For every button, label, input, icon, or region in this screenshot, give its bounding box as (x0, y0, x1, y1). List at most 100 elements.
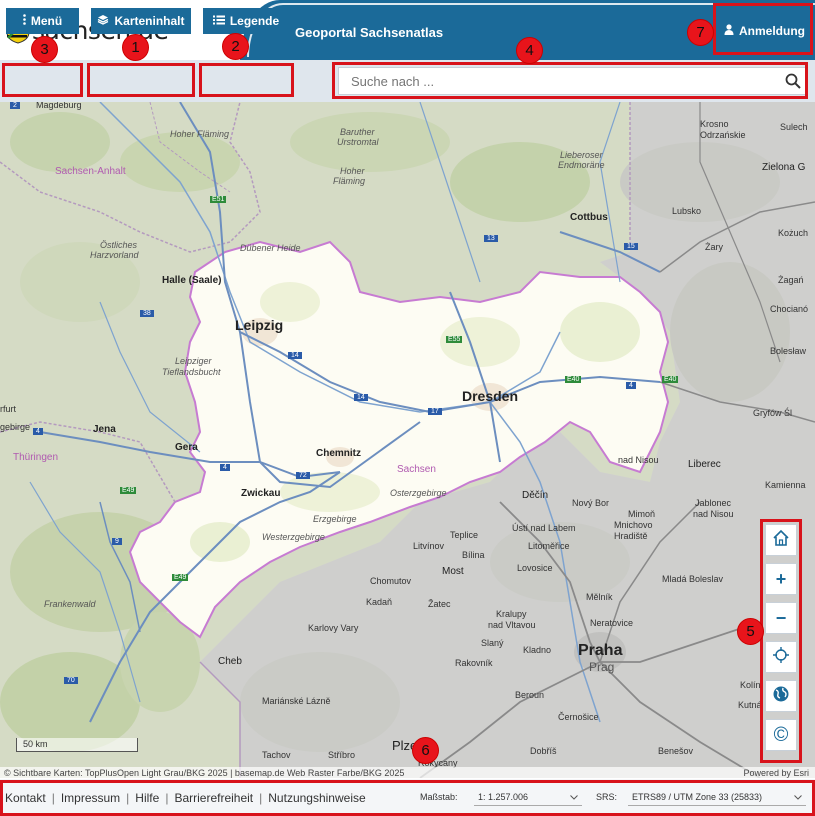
zoom-in-button[interactable]: + (765, 563, 797, 595)
home-icon (772, 529, 790, 552)
road-e51: E51 (210, 196, 227, 203)
label-beroun: Beroun (515, 690, 545, 700)
map-view[interactable]: Magdeburg Hoher Fläming Baruther Urstrom… (0, 102, 815, 778)
copyright-button[interactable]: © (765, 719, 797, 751)
label-erzgebirge: Erzgebirge (313, 514, 357, 524)
label-sachsen-anhalt: Sachsen-Anhalt (55, 166, 126, 177)
label-chomutov: Chomutov (370, 576, 412, 586)
footer-link-barrierefreiheit[interactable]: Barrierefreiheit (174, 791, 253, 805)
label-prag: Prag (589, 660, 615, 674)
footer-separator: | (126, 790, 130, 805)
label-gera: Gera (175, 442, 198, 453)
road-e49-b: E49 (172, 574, 189, 581)
label-marianske: Mariánské Lázně (262, 696, 331, 706)
plus-icon: + (775, 568, 787, 589)
menu-button[interactable]: Menü (6, 8, 79, 34)
label-thueringen: Thüringen (13, 452, 59, 463)
footer-link-impressum[interactable]: Impressum (61, 791, 120, 805)
footer-link-hilfe[interactable]: Hilfe (135, 791, 159, 805)
user-icon (724, 24, 734, 38)
label-most: Most (442, 566, 464, 577)
powered-by-esri[interactable]: Powered by Esri (743, 767, 809, 779)
label-kolin: Kolín (740, 680, 761, 690)
label-hoher-2: Hoher (340, 166, 365, 176)
map-content-label: Karteninhalt (114, 14, 185, 28)
search-input[interactable] (339, 73, 779, 89)
locate-icon (772, 646, 790, 669)
label-mimon: Mimoň (628, 509, 656, 519)
label-cottbus: Cottbus (570, 212, 608, 223)
label-zatec: Žatec (428, 599, 451, 609)
srs-value: ETRS89 / UTM Zone 33 (25833) (632, 791, 763, 802)
label-dresden: Dresden (462, 388, 519, 404)
chevron-down-icon (570, 792, 578, 802)
label-neratovice: Neratovice (590, 618, 634, 628)
label-ostliches: Östliches (100, 240, 138, 250)
label-jablonec: Jablonec (695, 498, 732, 508)
minus-icon: − (775, 607, 787, 628)
label-zary: Żary (705, 242, 723, 252)
label-gryfow: Gryfów Śl (753, 408, 793, 418)
label-endmorane: Endmoräne (558, 160, 605, 170)
label-rakovnik: Rakovník (455, 658, 493, 668)
annotation-marker-1: 1 (122, 34, 149, 61)
chevron-down-icon (794, 792, 802, 802)
label-liberec: Liberec (688, 459, 721, 470)
login-button[interactable]: Anmeldung (718, 8, 811, 54)
label-stribro: Stříbro (328, 750, 356, 760)
footer-link-kontakt[interactable]: Kontakt (5, 791, 46, 805)
label-litomerice: Litoměřice (528, 541, 570, 551)
basemap-button[interactable] (765, 680, 797, 712)
locate-button[interactable] (765, 641, 797, 673)
road-e40-a: E40 (565, 376, 582, 383)
scale-label: Maßstab: (420, 792, 458, 802)
label-kralupy: Kralupy (496, 609, 527, 619)
label-lieberoser: Lieberoser (560, 150, 603, 160)
globe-icon (772, 685, 790, 708)
label-bilina: Bílina (462, 550, 485, 560)
annotation-marker-3: 3 (31, 36, 58, 63)
footer-link-nutzungshinweise[interactable]: Nutzungshinweise (268, 791, 365, 805)
label-mnichovo: Mnichovo (614, 520, 653, 530)
footer-separator: | (165, 790, 169, 805)
road-a38: 38 (140, 310, 154, 317)
label-litvinov: Litvínov (413, 541, 445, 551)
road-a2: 2 (10, 102, 20, 109)
map-content-button[interactable]: Karteninhalt (91, 8, 191, 34)
label-leipzig: Leipzig (235, 317, 284, 333)
annotation-marker-7: 7 (687, 19, 714, 46)
list-icon (212, 14, 225, 28)
label-flaming-2: Fläming (333, 176, 366, 186)
label-krosno: Krosno (700, 119, 729, 129)
scale-bar: 50 km (16, 738, 138, 752)
label-chemnitz: Chemnitz (316, 448, 361, 459)
label-zwickau: Zwickau (241, 488, 281, 499)
footer-separator: | (51, 790, 55, 805)
road-a4-c: 4 (626, 382, 636, 389)
label-halle: Halle (Saale) (162, 275, 222, 286)
label-baruther: Baruther (340, 127, 375, 137)
home-button[interactable] (765, 524, 797, 556)
search-icon[interactable] (779, 67, 807, 95)
legend-button[interactable]: Legende (203, 8, 289, 34)
label-frankenwald: Frankenwald (44, 599, 96, 609)
label-decin: Děčín (522, 490, 549, 501)
road-e49-a: E49 (120, 487, 137, 494)
label-novy-bor: Nový Bor (572, 498, 610, 508)
srs-label: SRS: (596, 792, 618, 802)
label-urstromtal: Urstromtal (337, 137, 379, 147)
label-kozuch: Kożuch (778, 228, 809, 238)
label-nad-nisou-2: nad Nisou (693, 509, 734, 519)
scale-select[interactable]: 1: 1.257.006 (474, 788, 582, 806)
zoom-out-button[interactable]: − (765, 602, 797, 634)
label-mlada: Mladá Boleslav (662, 574, 724, 584)
label-westerzgebirge: Westerzgebirge (262, 532, 325, 542)
layers-icon (97, 14, 109, 28)
srs-select[interactable]: ETRS89 / UTM Zone 33 (25833) (628, 788, 806, 806)
attribution-text: © Sichtbare Karten: TopPlusOpen Light Gr… (4, 768, 405, 778)
road-a14-b: 14 (354, 394, 368, 401)
label-kamienna: Kamienna (765, 480, 806, 490)
road-a17: 17 (428, 408, 442, 415)
label-nad-nisou: nad Nisou (618, 455, 659, 465)
label-slany: Slaný (481, 638, 504, 648)
